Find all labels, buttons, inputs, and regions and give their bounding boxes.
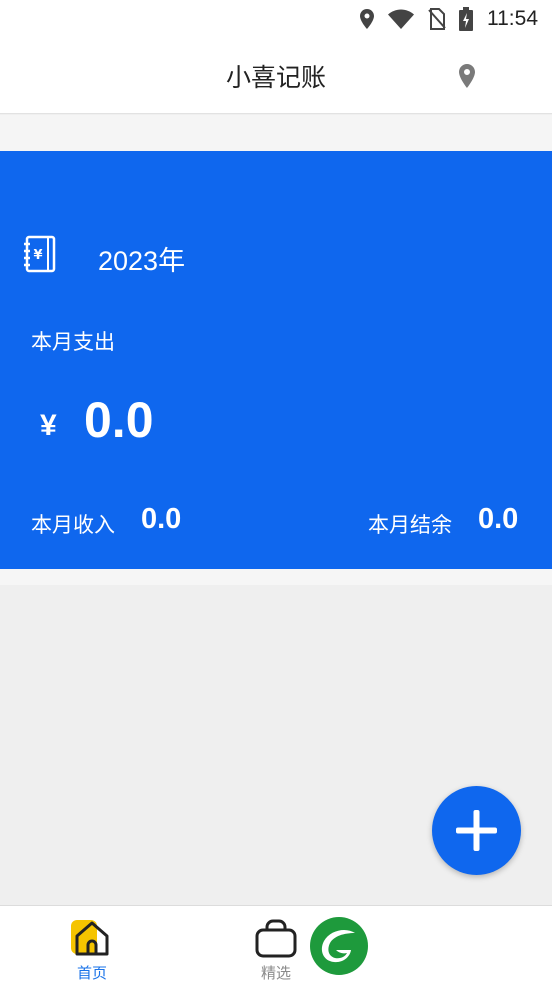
wifi-icon <box>388 9 414 29</box>
ledger-book-icon: ¥ <box>24 235 56 273</box>
no-sim-icon <box>428 8 446 30</box>
home-icon <box>71 920 109 956</box>
balance-label: 本月结余 <box>368 513 452 537</box>
bag-icon <box>255 919 297 958</box>
promo-logo-button[interactable] <box>309 916 369 976</box>
battery-charging-icon <box>459 7 473 31</box>
card-spacer <box>0 569 552 585</box>
bottom-nav: 首页 精选 <box>0 905 552 983</box>
location-icon <box>360 9 374 29</box>
status-icons: 11:54 <box>359 6 538 32</box>
income-label: 本月收入 <box>31 513 115 537</box>
tab-featured[interactable]: 精选 <box>231 914 321 982</box>
add-record-button[interactable] <box>432 786 521 875</box>
income-value: 0.0 <box>141 503 182 535</box>
balance-value: 0.0 <box>478 503 519 535</box>
top-spacer <box>0 115 552 151</box>
plus-icon <box>456 810 497 851</box>
status-time: 11:54 <box>487 7 538 30</box>
tab-featured-label: 精选 <box>260 964 291 982</box>
svg-text:¥: ¥ <box>33 248 42 263</box>
location-pin-icon <box>459 64 475 88</box>
expense-value: 0.0 <box>84 392 154 448</box>
app-bar: 小喜记账 <box>0 38 552 114</box>
tab-home[interactable]: 首页 <box>47 914 137 982</box>
monthly-summary-card: ¥ 2023年 本月支出 ¥ 0.0 本月收入 0.0 本月结余 0.0 <box>0 151 552 569</box>
currency-symbol: ¥ <box>40 409 57 442</box>
leaf-logo-icon <box>310 917 368 975</box>
year-selector[interactable]: 2023年 <box>98 239 185 278</box>
tab-home-label: 首页 <box>76 964 107 982</box>
status-bar: 11:54 <box>0 0 552 38</box>
location-button[interactable] <box>454 62 480 90</box>
expense-label: 本月支出 <box>31 330 115 354</box>
